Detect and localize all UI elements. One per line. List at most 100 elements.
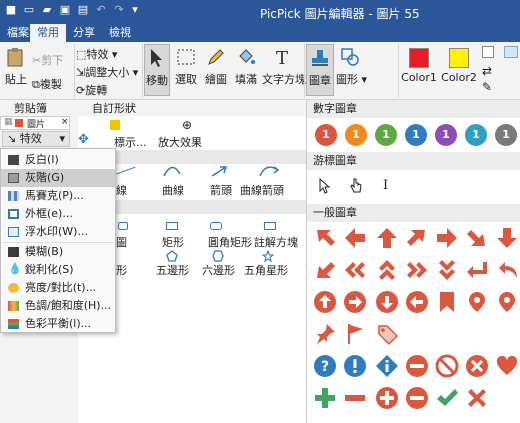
number-stamp-5[interactable]: 1 [435, 124, 457, 146]
number-stamp-header: 數字圖章 [307, 100, 520, 118]
shape-partial-1[interactable]: 圖 [116, 234, 127, 250]
frame-icon [8, 209, 19, 219]
x-mark-icon [468, 389, 486, 407]
tab-view[interactable]: 檢視 [102, 24, 138, 42]
arrow-left-icon [345, 228, 365, 248]
minus-circle-icon [406, 387, 428, 409]
print-icon[interactable]: ▤ [76, 3, 90, 17]
shape-tool-button[interactable]: 圖形 ▾ [336, 46, 367, 87]
arrow-icon [211, 166, 228, 177]
shape-hexagon[interactable]: 六邊形 [202, 262, 235, 278]
copy-icon: ⧉ [32, 78, 40, 91]
circle-arrow-right-icon [344, 291, 366, 313]
menu-bar: 檔案 常用 分享 檢視 [0, 24, 520, 42]
scissors-icon: ✂ [32, 54, 42, 67]
menu-item-watermark[interactable]: 浮水印(W)... [1, 223, 115, 241]
eyedropper-icon[interactable]: ✎ [482, 80, 492, 94]
menu-item-brightness[interactable]: 亮度/對比(t)... [1, 279, 115, 297]
paste-button[interactable]: 貼上 [2, 46, 30, 87]
number-stamp-1[interactable]: 1 [315, 124, 337, 146]
redo-icon[interactable]: ↷ [112, 3, 126, 17]
mosaic-icon [8, 191, 19, 201]
note-box-icon [264, 222, 276, 230]
textbox-tool-button[interactable]: T 文字方塊 [262, 46, 306, 87]
general-stamp-header: 一般圖章 [307, 204, 520, 222]
color2-swatch [449, 48, 469, 68]
shape-rounded-rect[interactable]: 圓角矩形 [208, 234, 252, 250]
number-stamp-2[interactable]: 1 [345, 124, 367, 146]
clipboard-group-label: 剪貼簿 [14, 102, 47, 115]
select-tool-button[interactable]: 選取 [172, 46, 200, 87]
plus-circle-icon [376, 387, 398, 409]
doc-tab-label: 圖片 [27, 120, 46, 130]
hand-cursor-icon[interactable] [349, 178, 363, 194]
tab-home[interactable]: 常用 [30, 24, 66, 42]
menu-item-mosaic[interactable]: 馬賽克(P)... [1, 187, 115, 205]
map-pin-2-icon [499, 292, 515, 312]
copy-button[interactable]: ⧉複製 [32, 76, 62, 92]
minus-icon [345, 395, 365, 401]
menu-item-color-balance[interactable]: 色彩平衡(l)... [1, 315, 115, 333]
undo-icon[interactable]: ↶ [94, 3, 108, 17]
color1-button[interactable]: Color1 [400, 48, 438, 84]
tab-share[interactable]: 分享 [66, 24, 102, 42]
rotate-button[interactable]: ⟳旋轉 [76, 82, 107, 98]
effect-dropdown-button[interactable]: ↘ 特效 ▾ [2, 131, 70, 147]
shape-callout[interactable]: 標示... [114, 134, 147, 150]
window-title: PicPick 圖片編輯器 - 圖片 55 [260, 7, 420, 21]
select-rect-icon [177, 49, 195, 65]
circle-arrow-left-icon [406, 291, 428, 313]
shape-rectangle[interactable]: 矩形 [162, 234, 184, 250]
document-tab[interactable]: ▦ 圖片 × [0, 116, 70, 130]
menu-item-blur[interactable]: 模糊(B) [1, 243, 115, 261]
shape-note-box[interactable]: 註解方塊 [254, 234, 298, 250]
arrow-cursor-icon[interactable] [319, 178, 331, 194]
paint-bucket-icon [239, 49, 255, 64]
qat-dropdown-icon[interactable]: ▾ [128, 3, 142, 17]
chevron-down-icon: ▾ [59, 132, 65, 145]
color-balance-icon [8, 319, 19, 329]
draw-tool-button[interactable]: 繪圖 [202, 46, 230, 87]
color-palette-icon[interactable] [482, 46, 494, 58]
svg-text:?: ? [321, 359, 329, 375]
more-colors-icon[interactable] [504, 46, 518, 58]
undo-arrow-icon [499, 262, 517, 278]
menu-item-frame[interactable]: 外框(e)... [1, 205, 115, 223]
watermark-icon [8, 227, 19, 237]
menu-item-hue[interactable]: 色調/飽和度(H)... [1, 297, 115, 315]
number-stamp-7[interactable]: 1 [495, 124, 517, 146]
number-stamp-4[interactable]: 1 [405, 124, 427, 146]
shape-curved-arrow[interactable]: 曲線箭頭 [240, 182, 284, 198]
shape-partial-2[interactable]: 形 [116, 262, 127, 278]
callout-star-icon [110, 120, 120, 130]
open-icon[interactable]: ▰ [40, 3, 54, 17]
stamp-tool-button[interactable]: 圖章 [306, 44, 334, 96]
color2-button[interactable]: Color2 [440, 48, 478, 84]
app-icon[interactable]: ■ [4, 3, 18, 17]
shape-arrow[interactable]: 箭頭 [210, 182, 232, 198]
menu-item-grayscale[interactable]: 灰階(G) [1, 169, 115, 187]
shape-star[interactable]: 五角星形 [244, 262, 288, 278]
resize-button[interactable]: ⇲調整大小 ▾ [76, 64, 138, 80]
menu-item-invert[interactable]: 反白(I) [1, 151, 115, 169]
arrow-up-icon [377, 228, 397, 248]
number-stamp-6[interactable]: 1 [465, 124, 487, 146]
chevron-double-right-icon [407, 262, 427, 278]
stamp-panel: 數字圖章 1111111 游標圖章 I 一般圖章 ? [306, 100, 520, 423]
fill-tool-button[interactable]: 填滿 [232, 46, 260, 87]
shape-pentagon[interactable]: 五邊形 [156, 262, 189, 278]
save-icon[interactable]: ▣ [58, 3, 72, 17]
text-cursor-icon[interactable]: I [383, 178, 388, 193]
menu-item-sharpen[interactable]: 💧 銳利化(S) [1, 261, 115, 279]
cut-button[interactable]: ✂剪下 [32, 52, 63, 68]
shape-magnify[interactable]: 放大效果 [158, 134, 202, 150]
close-icon[interactable]: × [61, 117, 69, 127]
shape-line[interactable]: 線 [116, 182, 127, 198]
hue-icon [8, 301, 19, 311]
swap-colors-icon[interactable]: ⇄ [482, 64, 492, 78]
move-tool-button[interactable]: 移動 [144, 44, 170, 96]
number-stamp-3[interactable]: 1 [375, 124, 397, 146]
shape-curve[interactable]: 曲線 [162, 182, 184, 198]
new-icon[interactable]: ▭ [22, 3, 36, 17]
effect-ribbon-button[interactable]: ⬚特效 ▾ [76, 46, 117, 62]
